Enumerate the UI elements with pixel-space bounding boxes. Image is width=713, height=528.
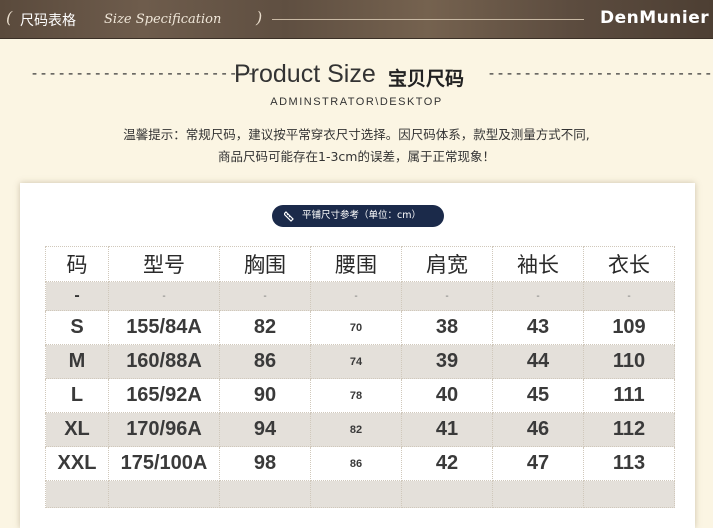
table-cell: 170/96A — [108, 412, 220, 447]
ruler-icon — [284, 211, 294, 222]
header-open-paren: ( — [6, 8, 13, 27]
table-cell: 74 — [310, 344, 402, 379]
table-cell: - — [108, 281, 220, 311]
table-cell: 39 — [401, 344, 493, 379]
table-cell: 113 — [583, 446, 675, 481]
table-cell: M — [45, 344, 109, 379]
header-title-cn: 尺码表格 — [20, 13, 76, 29]
table-row: XXL 175/100A 98 86 42 47 113 — [45, 446, 675, 481]
table-cell: - — [492, 281, 584, 311]
header-title-en: Size Specification — [104, 12, 222, 27]
table-header-row: 码 型号 胸围 腰围 肩宽 袖长 衣长 — [45, 246, 675, 282]
measure-badge-label: 平铺尺寸参考（单位：cm） — [302, 210, 421, 221]
measure-badge: 平铺尺寸参考（单位：cm） — [272, 205, 444, 227]
brand-logo: DenMunier — [600, 8, 710, 28]
table-cell: 110 — [583, 344, 675, 379]
heading-dashes-right: ------------------------- — [487, 64, 713, 82]
table-cell: - — [401, 281, 493, 311]
table-cell: - — [310, 281, 402, 311]
table-row: M 160/88A 86 74 39 44 110 — [45, 344, 675, 379]
table-cell: 175/100A — [108, 446, 220, 481]
col-header-shoulder: 肩宽 — [401, 246, 493, 282]
col-header-sleeve: 袖长 — [492, 246, 584, 282]
table-cell: 40 — [401, 378, 493, 413]
table-row: S 155/84A 82 70 38 43 109 — [45, 310, 675, 345]
table-row-empty — [45, 480, 675, 508]
table-cell: 46 — [492, 412, 584, 447]
table-cell: 82 — [219, 310, 311, 345]
heading-title-en: Product Size — [234, 60, 376, 88]
col-header-size: 码 — [45, 246, 109, 282]
table-cell: 165/92A — [108, 378, 220, 413]
table-cell: 94 — [219, 412, 311, 447]
table-row-placeholder: - - - - - - - — [45, 281, 675, 311]
table-cell: 155/84A — [108, 310, 220, 345]
table-cell: 42 — [401, 446, 493, 481]
header-rule — [272, 19, 584, 20]
heading-title-cn: 宝贝尺码 — [388, 68, 465, 90]
table-cell: 70 — [310, 310, 402, 345]
table-cell: 90 — [219, 378, 311, 413]
table-cell: 38 — [401, 310, 493, 345]
table-cell: 86 — [310, 446, 402, 481]
table-cell: 109 — [583, 310, 675, 345]
tip-line-1: 温馨提示：常规尺码，建议按平常穿衣尺寸选择。因尺码体系，款型及测量方式不同, — [123, 127, 590, 142]
table-cell: - — [583, 281, 675, 311]
col-header-waist: 腰围 — [310, 246, 402, 282]
header-close-paren: ) — [256, 8, 263, 27]
table-cell: 78 — [310, 378, 402, 413]
table-cell: 82 — [310, 412, 402, 447]
size-table: 码 型号 胸围 腰围 肩宽 袖长 衣长 - - - - - - - S 155/… — [45, 246, 675, 508]
tip-line-2: 商品尺码可能存在1-3cm的误差，属于正常现象！ — [218, 149, 495, 164]
heading-path: ADMINSTRATOR\DESKTOP — [270, 96, 443, 108]
heading-dashes-left: ------------------------- — [30, 64, 256, 82]
table-cell: XXL — [45, 446, 109, 481]
table-cell: - — [219, 281, 311, 311]
table-cell: 160/88A — [108, 344, 220, 379]
header-bar: ( 尺码表格 Size Specification ) DenMunier — [0, 0, 713, 39]
table-cell: 43 — [492, 310, 584, 345]
col-header-model: 型号 — [108, 246, 220, 282]
table-cell: 98 — [219, 446, 311, 481]
table-cell: L — [45, 378, 109, 413]
table-cell: 41 — [401, 412, 493, 447]
table-cell: 45 — [492, 378, 584, 413]
table-row: XL 170/96A 94 82 41 46 112 — [45, 412, 675, 447]
section-heading: ------------------------- Product Size 宝… — [0, 60, 713, 90]
table-cell: S — [45, 310, 109, 345]
col-header-chest: 胸围 — [219, 246, 311, 282]
table-cell: 44 — [492, 344, 584, 379]
table-cell: - — [45, 281, 109, 311]
table-cell: 112 — [583, 412, 675, 447]
table-cell: 86 — [219, 344, 311, 379]
table-row: L 165/92A 90 78 40 45 111 — [45, 378, 675, 413]
table-cell: 47 — [492, 446, 584, 481]
col-header-length: 衣长 — [583, 246, 675, 282]
table-cell: XL — [45, 412, 109, 447]
table-cell: 111 — [583, 378, 675, 413]
